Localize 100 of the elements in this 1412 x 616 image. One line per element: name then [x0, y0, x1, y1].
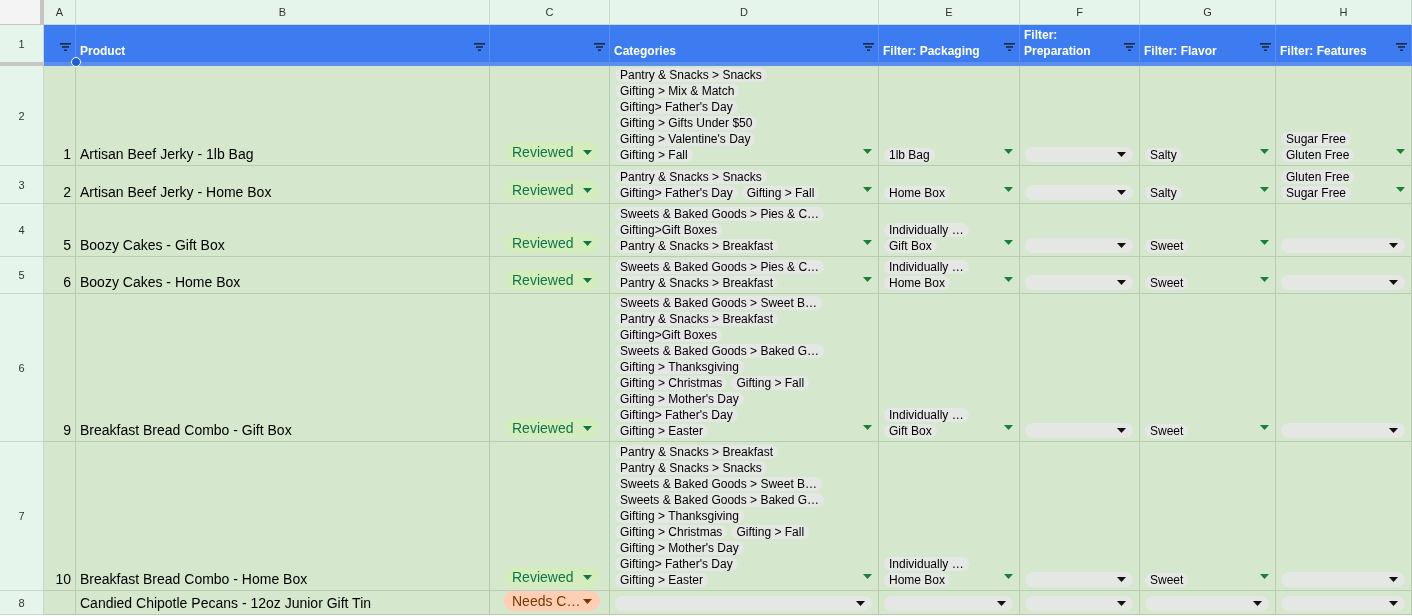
tag-chip: Individually … [884, 408, 969, 422]
column-header[interactable]: F [1020, 0, 1140, 25]
tag-chip: Pantry & Snacks > Breakfast [615, 239, 779, 253]
dropdown-field[interactable] [1025, 596, 1133, 611]
dropdown-arrow-icon[interactable] [1389, 280, 1398, 285]
column-header[interactable]: H [1276, 0, 1412, 25]
tag-chip: Gluten Free [1281, 170, 1355, 184]
column-title: Filter: Packaging [883, 43, 980, 59]
selection-handle[interactable] [71, 57, 81, 67]
dropdown-arrow-icon[interactable] [1117, 428, 1126, 433]
dropdown-arrow-icon[interactable] [1117, 601, 1126, 606]
table-cell: 5 [44, 204, 76, 257]
dropdown-field[interactable] [1025, 238, 1133, 253]
dropdown-arrow-icon[interactable] [1389, 601, 1398, 606]
dropdown-field[interactable] [1281, 572, 1405, 587]
column-title: Categories [614, 43, 677, 59]
dropdown-field[interactable] [1281, 238, 1405, 253]
tag-chip: Gifting > Christmas [615, 376, 728, 390]
dropdown-arrow-icon[interactable] [1389, 428, 1398, 433]
column-header[interactable]: D [610, 0, 879, 25]
status-dropdown[interactable]: Reviewed [504, 418, 600, 438]
status-dropdown[interactable]: Reviewed [504, 233, 600, 253]
column-title: Filter: Features [1280, 43, 1367, 59]
column-header[interactable]: A [44, 0, 76, 25]
tag-chip: Individually … [884, 557, 969, 571]
tag-chip: Gift Box [884, 239, 937, 253]
tag-chip: Sweet [1145, 239, 1189, 253]
table-cell [44, 591, 76, 615]
row-header[interactable]: 3 [0, 166, 44, 204]
column-header[interactable]: E [879, 0, 1020, 25]
dropdown-arrow-icon[interactable] [1117, 280, 1126, 285]
dropdown-field[interactable] [884, 596, 1013, 611]
status-dropdown[interactable]: Reviewed [504, 270, 600, 290]
dropdown-arrow-icon[interactable] [583, 598, 592, 604]
table-cell: Boozy Cakes - Home Box [76, 257, 490, 294]
dropdown-field[interactable] [615, 596, 872, 611]
row-header[interactable]: 7 [0, 442, 44, 591]
table-cell: 1 [44, 66, 76, 166]
dropdown-arrow-icon[interactable] [997, 601, 1006, 606]
dropdown-field[interactable] [1281, 596, 1405, 611]
tag-chip: Gift Box [884, 424, 937, 438]
table-cell: 10 [44, 442, 76, 591]
column-header[interactable]: C [490, 0, 610, 25]
tag-chip: Gifting>Gift Boxes [615, 328, 723, 342]
table-cell: 6 [44, 257, 76, 294]
tag-chip: Gifting > Easter [615, 573, 709, 587]
dropdown-field[interactable] [1025, 185, 1133, 200]
column-header[interactable]: B [76, 0, 490, 25]
status-dropdown[interactable]: Reviewed [504, 142, 600, 162]
dropdown-arrow-icon[interactable] [1117, 152, 1126, 157]
tag-chip: Pantry & Snacks > Breakfast [615, 276, 779, 290]
tag-chip: Home Box [884, 276, 951, 290]
dropdown-arrow-icon[interactable] [856, 601, 865, 606]
tag-chip: Individually … [884, 260, 969, 274]
tag-chip: Sweets & Baked Goods > Baked G… [615, 344, 825, 358]
dropdown-arrow-icon[interactable] [1389, 243, 1398, 248]
dropdown-field[interactable] [1281, 423, 1405, 438]
tag-chip: Salty [1145, 186, 1182, 200]
tag-chip: Gifting > Gifts Under $50 [615, 116, 758, 130]
tag-chip: Pantry & Snacks > Snacks [615, 170, 767, 184]
tag-chip: Sweets & Baked Goods > Sweet B… [615, 477, 823, 491]
tag-chip: Gifting > Fall [731, 525, 810, 539]
dropdown-field[interactable] [1025, 147, 1133, 162]
dropdown-field[interactable] [1025, 275, 1133, 290]
table-cell: Artisan Beef Jerky - Home Box [76, 166, 490, 204]
column-title: Product [80, 43, 126, 59]
table-cell: Breakfast Bread Combo - Home Box [76, 442, 490, 591]
column-header[interactable]: G [1140, 0, 1276, 25]
tag-chip: Gifting> Father's Day [615, 100, 738, 114]
dropdown-arrow-icon[interactable] [1253, 601, 1262, 606]
status-dropdown[interactable]: Reviewed [504, 567, 600, 587]
table-cell: 9 [44, 294, 76, 442]
tag-chip: Individually … [884, 223, 969, 237]
dropdown-arrow-icon[interactable] [1389, 577, 1398, 582]
dropdown-field[interactable] [1281, 275, 1405, 290]
row-header[interactable]: 5 [0, 257, 44, 294]
dropdown-arrow-icon[interactable] [1117, 243, 1126, 248]
tag-chip: Gifting> Father's Day [615, 408, 738, 422]
row-header[interactable]: 1 [0, 25, 44, 66]
dropdown-field[interactable] [1025, 572, 1133, 587]
tag-chip: Sweet [1145, 573, 1189, 587]
dropdown-arrow-icon[interactable] [1117, 577, 1126, 582]
tag-chip: Gifting > Mother's Day [615, 541, 744, 555]
tag-chip: Salty [1145, 148, 1182, 162]
tag-chip: Gluten Free [1281, 148, 1355, 162]
dropdown-field[interactable] [1025, 423, 1133, 438]
tag-chip: Home Box [884, 573, 951, 587]
dropdown-field[interactable] [1145, 596, 1269, 611]
dropdown-arrow-icon[interactable] [1117, 190, 1126, 195]
row-header[interactable]: 2 [0, 66, 44, 166]
tag-chip: Sweets & Baked Goods > Baked G… [615, 493, 825, 507]
tag-chip: Gifting > Easter [615, 424, 709, 438]
status-dropdown[interactable]: Reviewed [504, 180, 600, 200]
tag-chip: Gifting > Christmas [615, 525, 728, 539]
row-header[interactable]: 4 [0, 204, 44, 257]
row-header[interactable]: 6 [0, 294, 44, 442]
status-dropdown[interactable]: Needs C… [504, 591, 600, 611]
tag-chip: Gifting > Valentine's Day [615, 132, 756, 146]
tag-chip: Gifting > Thanksgiving [615, 509, 744, 523]
row-header[interactable]: 8 [0, 591, 44, 615]
